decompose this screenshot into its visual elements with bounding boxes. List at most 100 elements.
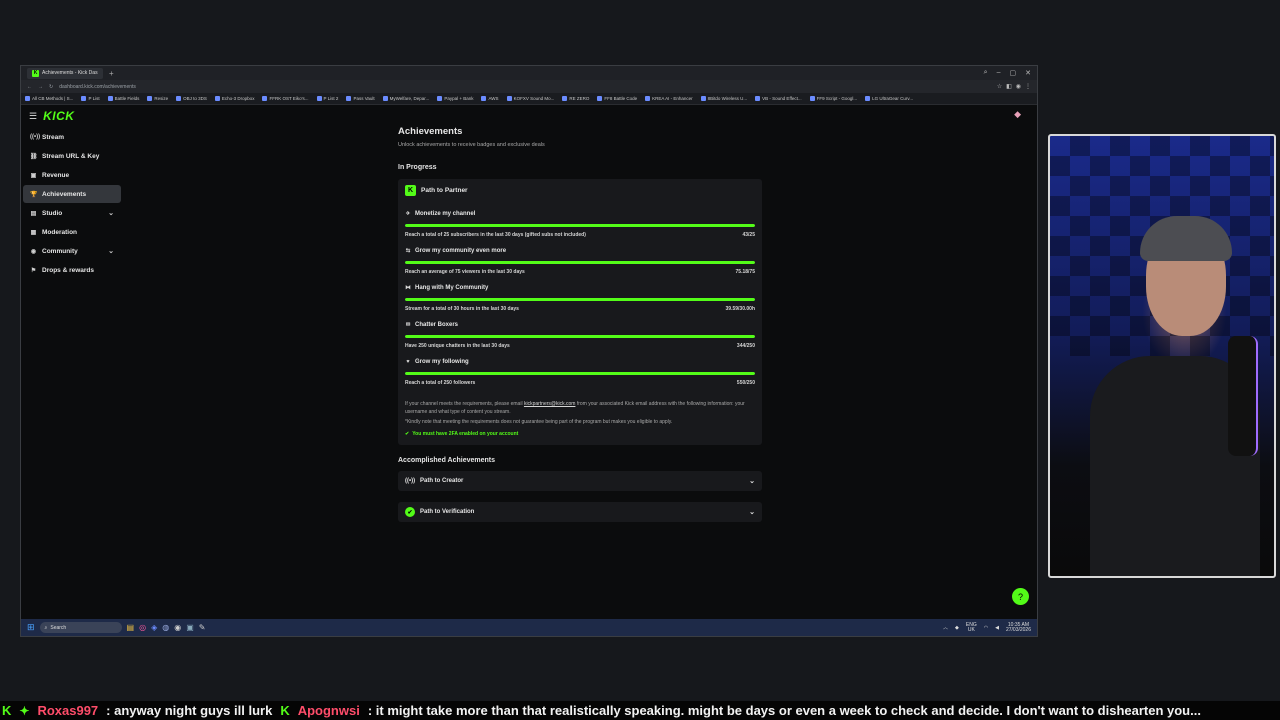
achievement-title-row: ⇆ Grow my community even more <box>405 248 755 254</box>
sidebar-item-stream[interactable]: ((•)) Stream <box>23 128 121 146</box>
bookmark-item[interactable]: RE ZERO <box>562 96 589 101</box>
profile-icon[interactable]: ◉ <box>1016 83 1021 90</box>
sidebar-item-stream-url-key[interactable]: ⛓ Stream URL & Key <box>23 147 121 165</box>
community-icon: ⇆ <box>405 248 411 254</box>
sidebar-item-moderation[interactable]: ▦ Moderation <box>23 223 121 241</box>
sidebar-item-label: Moderation <box>42 228 78 236</box>
bookmark-item[interactable]: P List <box>81 96 100 101</box>
close-button[interactable]: ✕ <box>1025 69 1031 77</box>
sidebar-item-revenue[interactable]: ▣ Revenue <box>23 166 121 184</box>
maximize-button[interactable]: ▢ <box>1010 69 1017 77</box>
sidebar-item-drops-rewards[interactable]: ⚑ Drops & rewards <box>23 261 121 279</box>
chevron-down-icon[interactable]: ⌄ <box>108 209 114 217</box>
path-to-partner-card: K Path to Partner ✈ Monetize my channel Re… <box>398 179 762 445</box>
bookmark-item[interactable]: KREA AI - Enhancer <box>645 96 693 101</box>
bookmark-item[interactable]: AWS <box>481 96 499 101</box>
steam-icon[interactable]: ◍ <box>162 623 169 632</box>
new-tab-button[interactable]: + <box>109 69 114 78</box>
discord-icon[interactable]: ◈ <box>151 623 157 632</box>
bookmark-item[interactable]: FFRK OST Eiko's... <box>262 96 309 101</box>
bookmark-item[interactable]: P List 2 <box>316 96 338 101</box>
sidebar-item-achievements[interactable]: 🏆 Achievements <box>23 185 121 203</box>
bookmark-label: RE ZERO <box>569 96 590 101</box>
language-indicator[interactable]: ENG UK <box>966 622 977 633</box>
back-icon[interactable]: ← <box>27 84 32 90</box>
gem-icon[interactable]: ◆ <box>1014 109 1021 120</box>
bookmark-item[interactable]: Paypal + Bank <box>437 96 473 101</box>
help-chat-icon[interactable]: ? <box>1012 588 1029 605</box>
bookmark-item[interactable]: Pass Vault <box>346 96 375 101</box>
windows-start-icon[interactable]: ⊞ <box>27 622 35 633</box>
volume-icon[interactable]: ◀ <box>995 625 999 631</box>
bookmark-item[interactable]: All CB Methods | S... <box>25 96 73 101</box>
bookmark-icon[interactable]: ☆ <box>997 83 1002 90</box>
kick-badge-icon: K <box>405 185 416 196</box>
wifi-icon[interactable]: ◠ <box>984 625 988 631</box>
kick-favicon-icon: K <box>32 69 39 77</box>
bookmarks-bar: All CB Methods | S... P List Battle Fields… <box>21 93 1037 105</box>
sidebar-item-community[interactable]: ◉ Community ⌄ <box>23 242 121 260</box>
bookmark-favicon-icon <box>481 96 487 101</box>
chevron-down-icon[interactable]: ⌄ <box>749 508 755 516</box>
chevron-up-icon[interactable]: ︿ <box>943 624 948 631</box>
forward-icon[interactable]: → <box>38 84 43 90</box>
heart-icon: ♥ <box>406 359 410 365</box>
accordion-path-to-verification[interactable]: ✔ Path to Verification ⌄ <box>398 502 762 522</box>
taskbar-search[interactable]: ⌕ Search <box>39 622 122 633</box>
achievement-description: Have 250 unique chatters in the last 30 … <box>405 343 510 349</box>
in-progress-heading: In Progress <box>398 164 437 171</box>
bookmark-item[interactable]: OBJ to 3DS <box>176 96 207 101</box>
bookmark-item[interactable]: 8Bitdo Wireless U... <box>700 96 747 101</box>
sidebar: ☰ KICK ((•)) Stream ⛓ Stream URL & Key ▣ Reve… <box>23 105 121 625</box>
bookmark-item[interactable]: VB - Sound Effect... <box>755 96 802 101</box>
bookmark-item[interactable]: FF8 Battle Code <box>597 96 637 101</box>
nav-icon: ▤ <box>30 210 37 217</box>
chevron-down-icon[interactable]: ⌄ <box>108 247 114 255</box>
nav-icon: ⛓ <box>30 153 38 160</box>
bookmark-item[interactable]: KOFXV Sound Mo... <box>506 96 554 101</box>
bookmark-label: LG UltraGear Curv... <box>872 96 914 101</box>
sidebar-item-studio[interactable]: ▤ Studio ⌄ <box>23 204 121 222</box>
bookmark-favicon-icon <box>865 96 871 101</box>
bookmark-item[interactable]: Echo-3 Dropbox <box>214 96 254 101</box>
browser-tab[interactable]: K Achievements - Kick Das <box>27 67 103 79</box>
sidebar-item-label: Stream <box>42 133 65 141</box>
minimize-button[interactable]: – <box>997 69 1001 77</box>
partner-email-link[interactable]: kickpartners@kick.com <box>524 401 575 407</box>
kick-logo[interactable]: KICK <box>43 109 74 123</box>
url-field[interactable]: dashboard.kick.com/achievements <box>59 84 990 90</box>
nav-icon: ⚑ <box>30 267 37 274</box>
clock[interactable]: 10:35 AM 27/03/2026 <box>1006 622 1031 633</box>
accomplished-heading: Accomplished Achievements <box>398 457 495 464</box>
menu-icon[interactable]: ⋮ <box>1025 83 1031 90</box>
extension-icon[interactable]: ◧ <box>1006 83 1012 90</box>
browser-opera-icon[interactable]: ◎ <box>139 623 146 632</box>
bookmark-item[interactable]: Resize <box>147 96 168 101</box>
achievement-value: 550/250 <box>736 380 755 386</box>
file-explorer-icon[interactable]: ▤ <box>127 623 135 632</box>
chevron-down-icon[interactable]: ⌄ <box>749 477 755 485</box>
hamburger-menu-icon[interactable]: ☰ <box>29 111 37 122</box>
bookmark-item[interactable]: LG UltraGear Curv... <box>865 96 913 101</box>
notification-icon[interactable]: ◆ <box>955 625 959 631</box>
accordion-path-to-creator[interactable]: ((•)) Path to Creator ⌄ <box>398 471 762 491</box>
broadcast-icon: ((•)) <box>405 478 416 484</box>
achievement-value: 39.59/30.00h <box>725 306 755 312</box>
chat-message: : it might take more than that realistic… <box>367 703 1201 718</box>
reload-icon[interactable]: ↻ <box>49 84 53 90</box>
search-tabs-icon[interactable]: ⌕ <box>984 69 988 77</box>
bookmark-label: FFRK OST Eiko's... <box>269 96 309 101</box>
pen-icon[interactable]: ✎ <box>199 623 206 632</box>
progress-fill <box>405 298 755 301</box>
progress-fill <box>405 224 755 227</box>
bookmark-item[interactable]: Battle Fields <box>107 96 139 101</box>
bookmark-item[interactable]: MyWelfare, Depar... <box>382 96 429 101</box>
app-icon[interactable]: ▣ <box>186 623 194 632</box>
bookmark-label: KREA AI - Enhancer <box>652 96 693 101</box>
obs-icon[interactable]: ◉ <box>174 623 181 632</box>
bookmark-favicon-icon <box>316 96 322 101</box>
bookmark-item[interactable]: FF9 Script - Googl... <box>809 96 857 101</box>
hangout-icon: ⧓ <box>405 285 411 291</box>
tab-bar: K Achievements - Kick Das + ⌕ – ▢ ✕ <box>21 66 1037 80</box>
bookmark-favicon-icon <box>437 96 443 101</box>
